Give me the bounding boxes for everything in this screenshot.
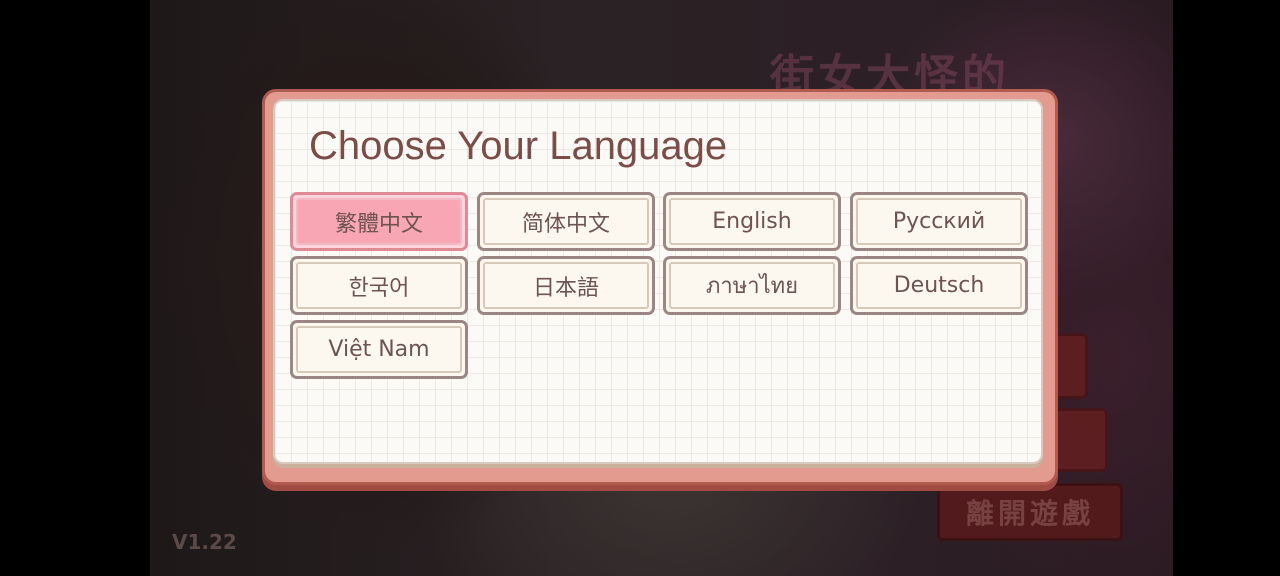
- version-label: V1.22: [172, 530, 237, 554]
- language-button-en[interactable]: English: [663, 192, 841, 251]
- language-button-ru[interactable]: Русский: [850, 192, 1028, 251]
- language-button-ko[interactable]: 한국어: [290, 256, 468, 315]
- language-button-label: English: [669, 198, 835, 245]
- language-button-label: Deutsch: [856, 262, 1022, 309]
- language-button-de[interactable]: Deutsch: [850, 256, 1028, 315]
- language-button-ja[interactable]: 日本語: [477, 256, 655, 315]
- dialog-title: Choose Your Language: [309, 124, 728, 168]
- language-button-label: ภาษาไทย: [669, 262, 835, 309]
- language-button-zh-cn[interactable]: 简体中文: [477, 192, 655, 251]
- language-button-label: Русский: [856, 198, 1022, 245]
- language-button-label: Việt Nam: [296, 326, 462, 373]
- language-button-label: 한국어: [296, 262, 462, 309]
- language-button-th[interactable]: ภาษาไทย: [663, 256, 841, 315]
- language-button-vi[interactable]: Việt Nam: [290, 320, 468, 379]
- exit-game-button[interactable]: 離開遊戲: [937, 483, 1123, 541]
- language-button-label: 繁體中文: [296, 198, 462, 245]
- language-button-zh-tw[interactable]: 繁體中文: [290, 192, 468, 251]
- language-button-label: 简体中文: [483, 198, 649, 245]
- game-screen: 街女大怪的 離開遊戲 V1.22 Choose Your Language 繁體…: [0, 0, 1280, 576]
- language-button-label: 日本語: [483, 262, 649, 309]
